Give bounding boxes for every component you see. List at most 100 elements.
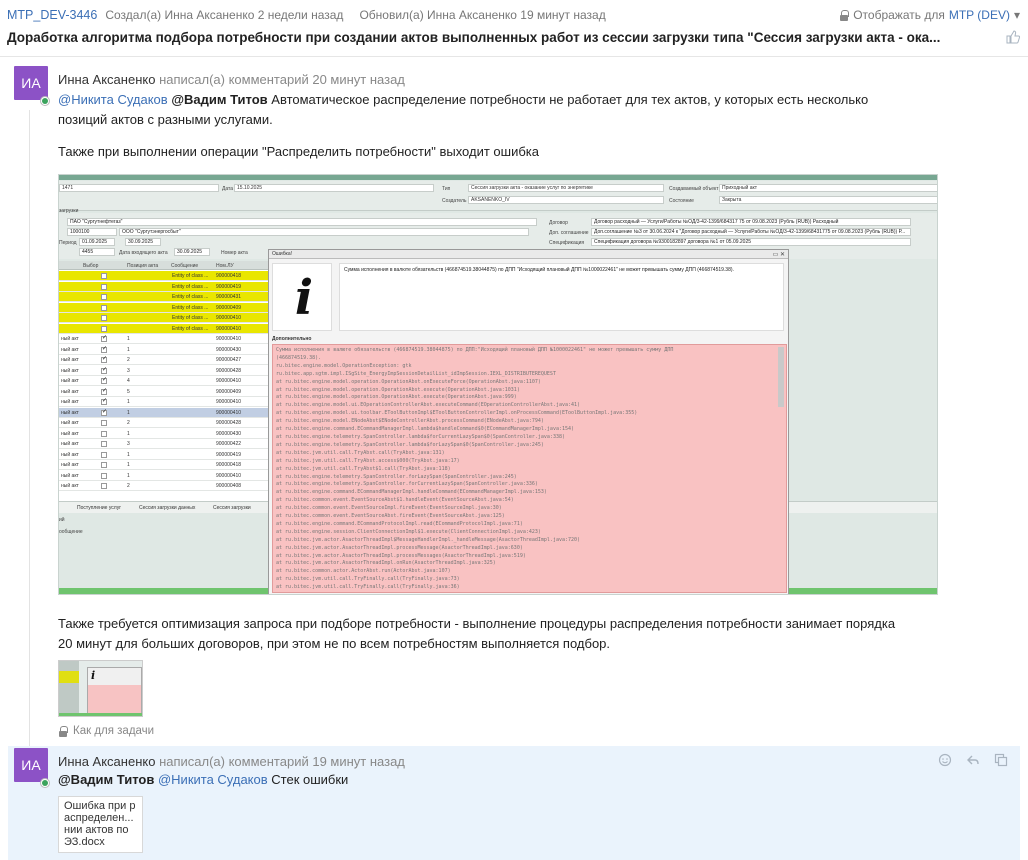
checkbox (101, 397, 107, 405)
emoji-icon[interactable] (938, 753, 952, 767)
mention-link[interactable]: @Вадим Титов (58, 772, 154, 787)
stacktrace-line: at ru.bitec.engine.session.ClientConnect… (276, 528, 541, 535)
stacktrace-line: at ru.bitec.engine.model.ui.toolbar.EToo… (276, 410, 638, 417)
row-label: ный акт (61, 346, 79, 353)
row-number: 900000410 (216, 409, 242, 416)
comment-author[interactable]: Инна Аксаненко (58, 72, 155, 87)
comment-action: написал(а) комментарий 20 минут назад (159, 72, 405, 87)
row-position: 1 (127, 336, 130, 342)
stacktrace-line: Сумма исполнения в валюте обязательств (… (276, 347, 674, 353)
row-position: 2 (127, 357, 130, 363)
row-number: 900000410 (216, 472, 242, 479)
screenshot-grid-row: ный акт 2 900000427 (59, 355, 269, 365)
dialog-window-buttons: ▭ ✕ (772, 252, 785, 258)
visibility-selector[interactable]: Отображать для MTP (DEV) ▾ (839, 8, 1020, 22)
thumbnail-part (88, 685, 141, 714)
screenshot-label: Дата (222, 186, 234, 192)
row-number: 900000428 (216, 420, 242, 426)
screenshot-tab: загрузки (59, 208, 79, 214)
row-label: ный акт (61, 430, 79, 437)
screenshot-field: 1471 (59, 184, 219, 192)
copy-icon[interactable] (994, 753, 1008, 767)
thumbs-up-icon[interactable] (1006, 30, 1021, 44)
thumbnail-part (59, 671, 79, 683)
row-label: ный акт (61, 388, 79, 395)
checkbox (101, 334, 107, 342)
comment-visibility-label: Как для задачи (73, 725, 155, 737)
mention-link[interactable]: @Никита Судаков (158, 772, 268, 787)
stacktrace-line: (466874519.38). (276, 354, 322, 361)
row-number: 900000427 (216, 357, 242, 363)
scrollbar (778, 347, 784, 407)
screenshot-grid-row: ный акт 1 900000430 (59, 429, 269, 439)
row-label: ный акт (61, 451, 79, 458)
screenshot-grid-row: Entity of class ... 900000409 (59, 302, 269, 313)
row-number: 900000428 (216, 367, 242, 374)
row-position: 1 (127, 430, 130, 437)
screenshot-grid-row: Entity of class ... 900000419 (59, 281, 269, 292)
screenshot-form-header: 1471 Дата 15.10.2025 Тип Сессия загрузки… (59, 181, 937, 211)
mention-link[interactable]: @Вадим Титов (171, 92, 267, 107)
dialog-title: Ошибка! (269, 250, 788, 259)
comment-header: Инна Аксаненко написал(а) комментарий 19… (58, 754, 405, 769)
screenshot-grid-header: Выбор Позиция акта Сообщение Ном.ЛУ (59, 261, 269, 270)
screenshot-tab: Сессия загрузки данных (139, 505, 196, 511)
checkbox (101, 355, 107, 363)
comment-text: Также при выполнении операции "Распредел… (58, 144, 539, 159)
avatar[interactable]: ИА (14, 748, 48, 782)
comment-visibility[interactable]: Как для задачи (58, 725, 154, 737)
checkbox (101, 376, 107, 384)
dialog-message: Сумма исполнения в валюте обязательств (… (339, 263, 784, 331)
comment-text: Стек ошибки (271, 772, 349, 787)
screenshot-tab: Сессия загрузки (213, 505, 251, 511)
attachment-file[interactable]: Ошибка при р аспределен... нии актов по … (58, 796, 143, 853)
comment-actions (938, 753, 1008, 767)
error-screenshot-image[interactable]: 1471 Дата 15.10.2025 Тип Сессия загрузки… (58, 174, 938, 595)
screenshot-label: Состояние (669, 198, 694, 204)
stacktrace-line: at ru.bitec.engine.telemetry.SpanControl… (276, 433, 565, 440)
row-position: 1 (127, 451, 130, 458)
avatar[interactable]: ИА (14, 66, 48, 100)
row-position: 1 (127, 462, 130, 468)
screenshot-grid-row: Entity of class ... 900000418 (59, 271, 269, 281)
row-number: 900000431 (216, 294, 242, 300)
checkbox (101, 430, 107, 437)
row-number: 900000410 (216, 336, 242, 342)
comment-action: написал(а) комментарий 19 минут назад (159, 754, 405, 769)
checkbox (101, 387, 107, 395)
screenshot-field: Сессия загрузки акта - оказание услуг по… (468, 184, 664, 192)
visibility-prefix: Отображать для (853, 8, 945, 22)
stacktrace-line: at ru.bitec.common.actor.ActorAbst.run(A… (276, 568, 451, 575)
screenshot-grid-row: ный акт 1 900000410 (59, 334, 269, 344)
mention-link[interactable]: @Никита Судаков (58, 92, 168, 107)
row-label: ный акт (61, 378, 79, 384)
screenshot-grid-row: ный акт 5 900000409 (59, 387, 269, 397)
row-label: ный акт (61, 367, 79, 374)
screenshot-label: Номер акта (221, 250, 248, 256)
row-number: 900000410 (216, 325, 242, 332)
row-number: 900000409 (216, 388, 242, 395)
screenshot-titlebar (59, 175, 937, 180)
thread-line (29, 110, 30, 750)
screenshot-field: ООО "Сургутэнергосбыт" (119, 228, 529, 236)
issue-key-link[interactable]: MTP_DEV-3446 (7, 8, 97, 22)
screenshot-field: Приходный акт (719, 184, 937, 192)
chevron-down-icon: ▾ (1013, 8, 1020, 22)
screenshot-grid-row: ный акт 1 900000410 (59, 397, 269, 407)
checkbox (101, 451, 107, 458)
stacktrace-line: at ru.bitec.common.event.EventSourceAbst… (276, 513, 505, 520)
screenshot-label: Создатель (442, 198, 467, 204)
row-label: ный акт (61, 472, 79, 479)
issue-meta-bar: MTP_DEV-3446 Создал(а) Инна Аксаненко 2 … (7, 6, 1020, 24)
comment-author[interactable]: Инна Аксаненко (58, 754, 155, 769)
attachment-thumbnail[interactable]: i (58, 660, 143, 717)
screenshot-field: 30.09.2025 (125, 238, 161, 246)
stacktrace-line: at ru.bitec.engine.command.ECommandProto… (276, 520, 523, 527)
screenshot-label: Договор (549, 220, 568, 226)
reply-icon[interactable] (966, 753, 980, 767)
screenshot-tab: Поступление услуг (77, 505, 122, 511)
screenshot-field: 15.10.2025 (234, 184, 434, 192)
screenshot-label: Период (59, 240, 77, 246)
stacktrace-line: at ru.bitec.common.event.EventSourceAbst… (276, 497, 514, 504)
row-position: 5 (127, 388, 130, 395)
